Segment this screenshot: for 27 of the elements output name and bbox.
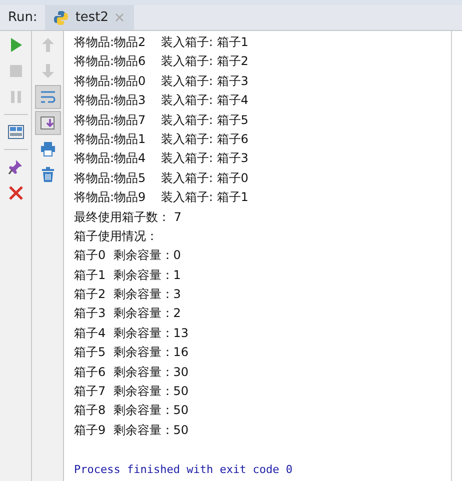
scroll-to-end-icon[interactable] <box>34 111 60 135</box>
console-line: 将物品:物品9 装入箱子: 箱子1 <box>74 189 250 206</box>
console-line: 将物品:物品5 装入箱子: 箱子0 <box>74 170 250 187</box>
console-line: 将物品:物品1 装入箱子: 箱子6 <box>74 130 250 148</box>
console-line: 将物品:物品0 装入箱子: 箱子3 <box>74 72 250 90</box>
console-line: 将物品:物品4 装入箱子: 箱子3 <box>74 150 250 168</box>
console-line: 箱子6 剩余容量：30 <box>74 364 190 381</box>
console-line: 箱子4 剩余容量：13 <box>74 324 190 342</box>
run-label: Run: <box>7 9 38 27</box>
run-tab[interactable]: test2 <box>45 5 134 30</box>
console-line: 箱子7 剩余容量：50 <box>74 383 190 400</box>
console-line: 将物品:物品2 装入箱子: 箱子1 <box>74 34 250 51</box>
console-line: 将物品:物品3 装入箱子: 箱子4 <box>74 92 250 110</box>
console-line: 最终使用箱子数： 7 <box>74 208 182 226</box>
console-line: 将物品:物品6 装入箱子: 箱子2 <box>74 53 250 70</box>
console-line: 箱子5 剩余容量：16 <box>74 344 190 362</box>
soft-wrap-icon[interactable] <box>34 85 60 109</box>
process-exit-message: Process finished with exit code 0 <box>74 462 294 478</box>
python-icon <box>53 10 70 26</box>
console-line: 箱子使用情况： <box>74 228 159 245</box>
console-line: 箱子3 剩余容量：2 <box>74 305 182 322</box>
console-line: 箱子0 剩余容量：0 <box>74 247 182 264</box>
console-line: 箱子8 剩余容量：50 <box>74 402 190 420</box>
console-line: 箱子9 剩余容量：50 <box>74 422 190 439</box>
console-line: 箱子2 剩余容量：3 <box>74 286 182 304</box>
console-line: 将物品:物品7 装入箱子: 箱子5 <box>74 112 250 129</box>
console-line: 箱子1 剩余容量：1 <box>74 266 182 284</box>
